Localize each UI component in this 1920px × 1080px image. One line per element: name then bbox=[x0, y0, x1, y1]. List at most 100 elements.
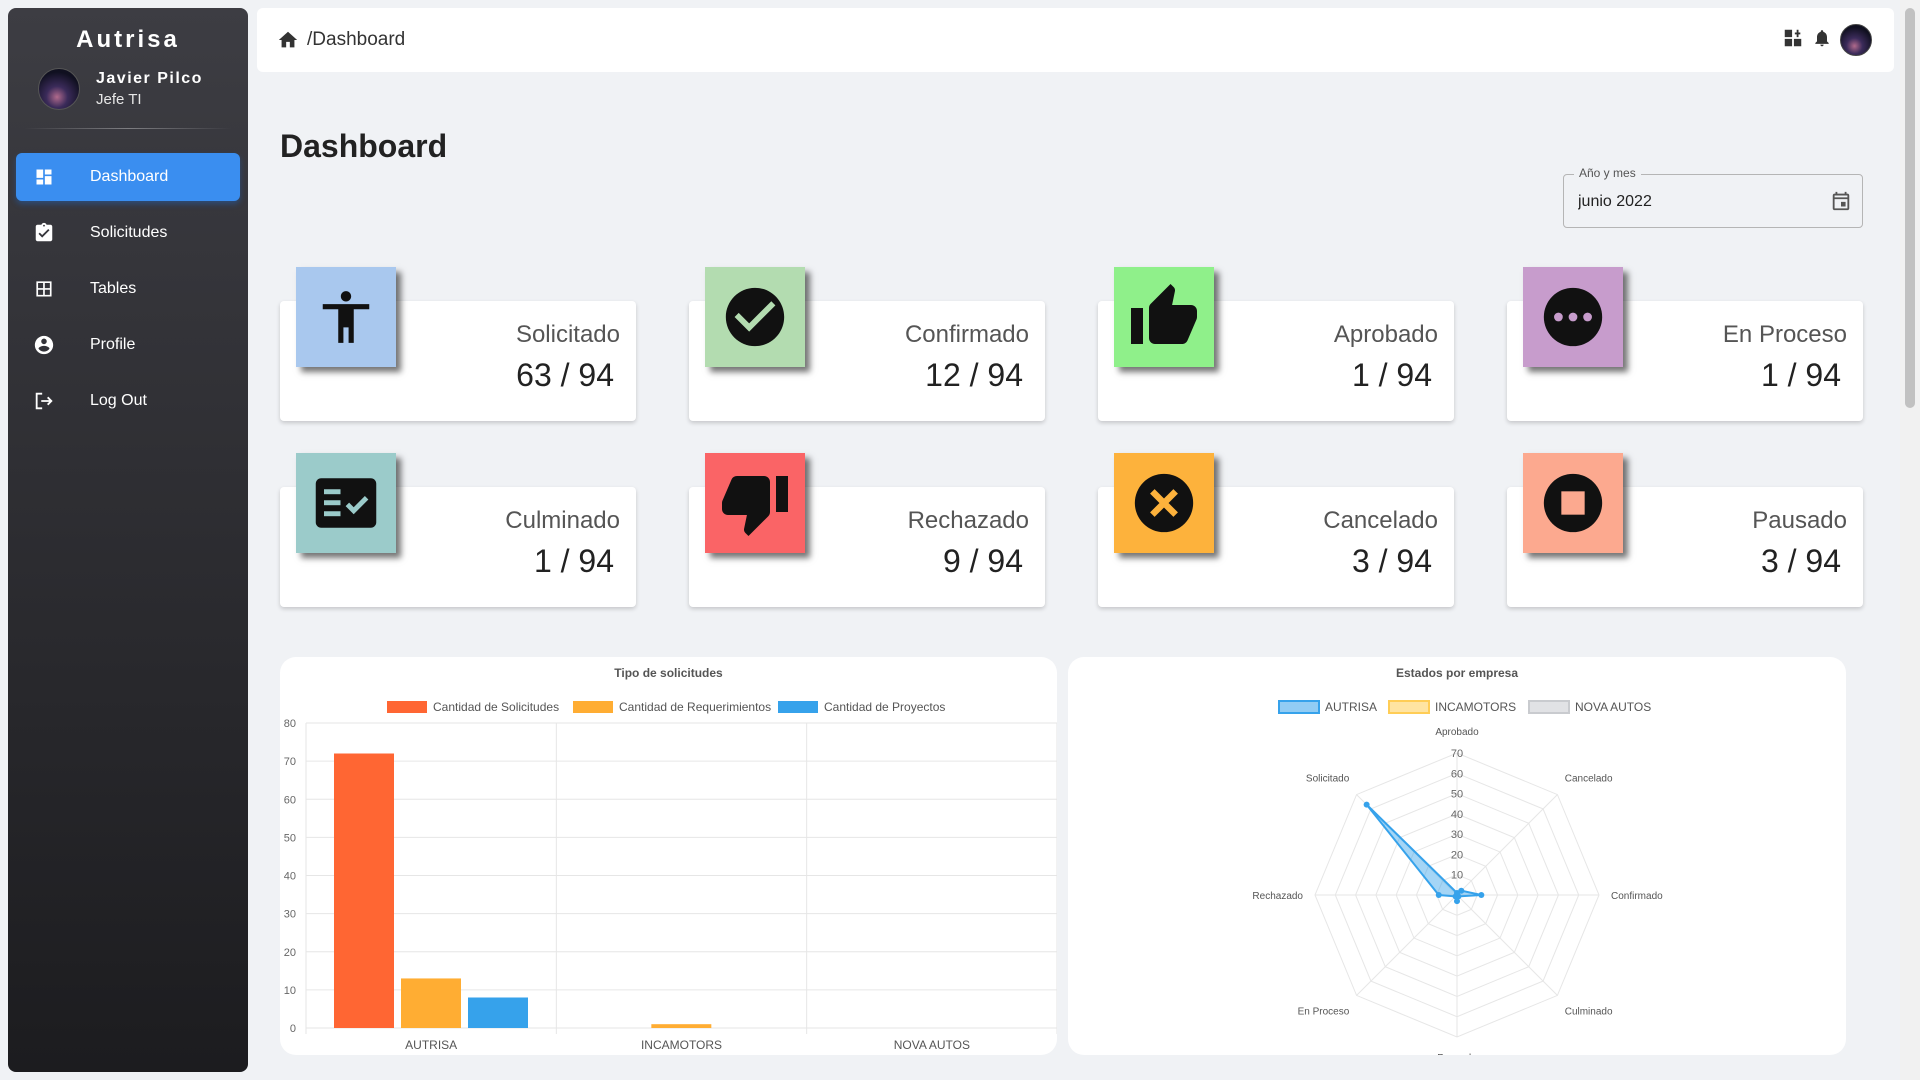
dashboard-icon bbox=[32, 165, 56, 189]
breadcrumb[interactable]: /Dashboard bbox=[307, 29, 405, 51]
axis-label: Pausado bbox=[1437, 1053, 1477, 1055]
top-bar: /Dashboard bbox=[257, 8, 1894, 72]
y-tick-label: 50 bbox=[284, 832, 296, 844]
legend-swatch bbox=[387, 701, 427, 713]
stat-card-culminado[interactable]: Culminado 1 / 94 bbox=[280, 453, 636, 607]
thumb-down-icon bbox=[722, 476, 788, 536]
sidebar-nav: Dashboard Solicitudes Tables Profile Log… bbox=[8, 153, 248, 425]
legend-swatch bbox=[1388, 700, 1430, 714]
stat-value: 1 / 94 bbox=[1760, 357, 1841, 393]
stat-card-pausado[interactable]: Pausado 3 / 94 bbox=[1507, 453, 1863, 607]
assignment-turned-in-icon bbox=[32, 221, 56, 245]
stat-label: Rechazado bbox=[907, 507, 1029, 534]
radar-point bbox=[1458, 887, 1465, 894]
more-horiz-icon bbox=[1543, 287, 1603, 347]
radar-point bbox=[1435, 892, 1442, 898]
axis-label: Confirmado bbox=[1611, 891, 1663, 902]
notifications-icon[interactable] bbox=[1812, 27, 1832, 54]
r-tick-label: 60 bbox=[1451, 768, 1463, 780]
account-circle-icon bbox=[32, 333, 56, 357]
chart-title: Tipo de solicitudes bbox=[614, 666, 723, 680]
radar-chart-panel: Estados por empresa AUTRISA INCAMOTORS NOVA… bbox=[1068, 657, 1846, 1055]
axis-label: Rechazado bbox=[1252, 891, 1303, 902]
radar-spoke bbox=[1456, 894, 1558, 996]
bar-chart: Tipo de solicitudes Cantidad de Solicitud… bbox=[284, 666, 1057, 1052]
user-role: Jefe TI bbox=[96, 91, 142, 108]
axis-label: Aprobado bbox=[1435, 727, 1479, 738]
sidebar-item-profile[interactable]: Profile bbox=[16, 321, 240, 369]
legend-swatch bbox=[573, 701, 613, 713]
sidebar-item-label: Profile bbox=[90, 336, 136, 353]
x-tick-label: AUTRISA bbox=[405, 1038, 457, 1052]
accessibility-icon bbox=[322, 291, 370, 343]
page-scrollbar[interactable] bbox=[1900, 0, 1920, 1080]
thumb-up-icon bbox=[1131, 284, 1197, 344]
stat-card-solicitado[interactable]: Solicitado 63 / 94 bbox=[280, 267, 636, 421]
chart-title: Estados por empresa bbox=[1396, 666, 1518, 680]
stop-circle-icon bbox=[1543, 473, 1603, 533]
y-tick-label: 20 bbox=[284, 947, 296, 959]
stat-card-rechazado[interactable]: Rechazado 9 / 94 bbox=[689, 453, 1045, 607]
stat-value: 1 / 94 bbox=[1351, 357, 1432, 393]
legend-label: Cantidad de Proyectos bbox=[824, 700, 945, 714]
stat-label: Pausado bbox=[1752, 507, 1847, 534]
y-tick-label: 60 bbox=[284, 794, 296, 806]
stat-card-confirmado[interactable]: Confirmado 12 / 94 bbox=[689, 267, 1045, 421]
r-tick-label: 50 bbox=[1451, 789, 1463, 801]
stat-tile bbox=[1114, 267, 1214, 367]
bar bbox=[468, 997, 528, 1028]
r-tick-label: 40 bbox=[1451, 809, 1463, 821]
sidebar: Autrisa Javier Pilco Jefe TI Dashboard S… bbox=[8, 8, 248, 1072]
apps-icon[interactable] bbox=[1782, 27, 1804, 54]
stat-card-aprobado[interactable]: Aprobado 1 / 94 bbox=[1098, 267, 1454, 421]
legend-label: NOVA AUTOS bbox=[1575, 700, 1651, 714]
r-tick-label: 10 bbox=[1451, 870, 1463, 882]
stat-label: Cancelado bbox=[1323, 507, 1438, 534]
stat-value: 3 / 94 bbox=[1351, 543, 1432, 579]
brand-logo[interactable]: Autrisa bbox=[8, 26, 248, 54]
sidebar-item-dashboard[interactable]: Dashboard bbox=[16, 153, 240, 201]
radar-point bbox=[1452, 893, 1459, 900]
home-icon[interactable] bbox=[277, 28, 301, 52]
r-tick-label: 30 bbox=[1451, 829, 1463, 841]
axis-label: Cancelado bbox=[1565, 773, 1613, 784]
y-tick-label: 70 bbox=[284, 756, 296, 768]
sidebar-item-label: Tables bbox=[90, 280, 137, 297]
stat-card-cancelado[interactable]: Cancelado 3 / 94 bbox=[1098, 453, 1454, 607]
bar-chart-panel: Tipo de solicitudes Cantidad de Solicitud… bbox=[280, 657, 1057, 1055]
radar-spoke bbox=[1456, 794, 1558, 896]
sidebar-item-label: Solicitudes bbox=[90, 224, 168, 241]
check-circle-icon bbox=[725, 287, 785, 347]
cancel-icon bbox=[1134, 473, 1194, 533]
stat-label: Aprobado bbox=[1333, 321, 1438, 348]
sidebar-item-logout[interactable]: Log Out bbox=[16, 377, 240, 425]
stat-value: 12 / 94 bbox=[925, 357, 1023, 393]
sidebar-item-tables[interactable]: Tables bbox=[16, 265, 240, 313]
y-tick-label: 40 bbox=[284, 871, 296, 883]
fact-check-icon bbox=[315, 478, 377, 528]
axis-label: En Proceso bbox=[1298, 1007, 1350, 1018]
axis-label: Culminado bbox=[1565, 1007, 1613, 1018]
stat-value: 3 / 94 bbox=[1760, 543, 1841, 579]
stat-value: 9 / 94 bbox=[942, 543, 1023, 579]
stat-label: Culminado bbox=[505, 507, 620, 534]
stat-card-en-proceso[interactable]: En Proceso 1 / 94 bbox=[1507, 267, 1863, 421]
legend-label: AUTRISA bbox=[1325, 700, 1377, 714]
radar-point bbox=[1478, 892, 1485, 898]
month-year-label: Año y mes bbox=[1574, 166, 1641, 180]
bar bbox=[334, 753, 394, 1028]
x-tick-label: NOVA AUTOS bbox=[894, 1038, 970, 1052]
month-year-picker[interactable]: Año y mes bbox=[1563, 166, 1863, 228]
stat-label: En Proceso bbox=[1722, 321, 1847, 348]
stat-label: Solicitado bbox=[515, 321, 620, 348]
calendar-icon[interactable] bbox=[1830, 190, 1852, 217]
scrollbar-thumb[interactable] bbox=[1905, 8, 1915, 408]
radar-spoke bbox=[1356, 894, 1458, 996]
axis-label: Solicitado bbox=[1306, 773, 1350, 784]
user-profile: Javier Pilco Jefe TI bbox=[38, 68, 248, 110]
month-year-input[interactable] bbox=[1576, 189, 1810, 215]
user-avatar-menu[interactable] bbox=[1840, 24, 1872, 56]
sidebar-item-solicitudes[interactable]: Solicitudes bbox=[16, 209, 240, 257]
user-name: Javier Pilco bbox=[96, 70, 203, 87]
legend-label: INCAMOTORS bbox=[1435, 700, 1516, 714]
